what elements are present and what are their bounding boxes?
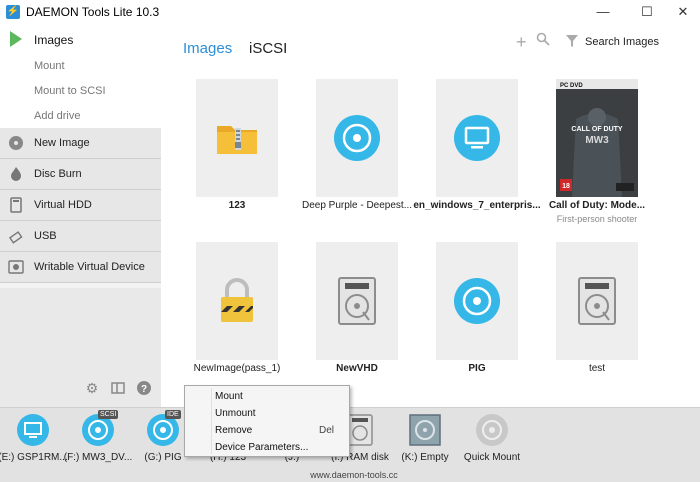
virtual-hdd-icon [10, 197, 22, 213]
search-images-field[interactable]: Search Images [585, 36, 659, 48]
add-image-button[interactable]: + [516, 32, 527, 53]
sidebar-item-writable-virtual-device[interactable]: Writable Virtual Device [0, 252, 161, 283]
image-tile-pig[interactable] [436, 242, 518, 360]
hdd-icon [338, 277, 376, 325]
image-name: NewVHD [336, 363, 378, 374]
monitor-icon [454, 115, 500, 161]
image-tile-call-of-duty[interactable]: PC DVD CALL OF DUTY MW3 18 [556, 79, 638, 197]
sidebar-item-label: Writable Virtual Device [34, 261, 145, 273]
maximize-button[interactable]: ☐ [630, 0, 664, 24]
help-icon[interactable]: ? [136, 380, 152, 396]
cover-title-text: CALL OF DUTY [571, 126, 623, 133]
app-logo-icon: ⚡ [6, 5, 20, 19]
menu-item-label: Mount [215, 391, 243, 402]
image-name: Call of Duty: Mode... [548, 200, 646, 211]
sidebar-item-label: Images [34, 33, 74, 47]
image-name: test [588, 363, 606, 374]
image-tile-123[interactable] [196, 79, 278, 197]
image-tile-test[interactable] [556, 242, 638, 360]
sidebar-item-usb[interactable]: USB [0, 221, 161, 252]
menu-item-mount[interactable]: Mount [185, 389, 349, 406]
disc-icon [334, 115, 380, 161]
filter-icon [566, 35, 578, 47]
image-name: NewImage(pass_1) [193, 363, 281, 374]
disc-burn-icon [11, 167, 21, 181]
image-name: en_windows_7_enterpris... [413, 200, 541, 211]
play-icon [10, 31, 22, 47]
lock-icon [221, 278, 253, 322]
game-cover: PC DVD CALL OF DUTY MW3 18 [556, 79, 638, 197]
image-tile-newvhd[interactable] [316, 242, 398, 360]
image-tile-deep-purple[interactable] [316, 79, 398, 197]
menu-item-unmount[interactable]: Unmount [185, 406, 349, 423]
drive-f[interactable]: SCSI (F:) MW3_DV... [64, 410, 132, 470]
sidebar-item-disc-burn[interactable]: Disc Burn [0, 159, 161, 190]
writable-device-icon [8, 260, 24, 274]
footer-url[interactable]: www.daemon-tools.cc [294, 470, 414, 482]
ide-badge: IDE [165, 410, 181, 419]
quick-mount-icon [476, 414, 508, 446]
cover-sub-text: MW3 [585, 135, 609, 146]
sidebar-item-mount[interactable]: Mount [34, 60, 65, 72]
tab-iscsi[interactable]: iSCSI [249, 40, 287, 57]
quick-mount-button[interactable]: Quick Mount [462, 414, 522, 470]
image-tile-en-windows-7[interactable] [436, 79, 518, 197]
menu-item-label: Device Parameters... [215, 442, 309, 453]
context-menu: Mount Unmount Remove Del Device Paramete… [184, 385, 350, 457]
menu-item-label: Remove [215, 425, 253, 436]
gear-icon[interactable]: ⚙ [84, 380, 100, 396]
sidebar-item-label: USB [34, 230, 57, 242]
usb-icon [8, 231, 23, 244]
sidebar-images-group: Images Mount Mount to SCSI Add drive [0, 24, 161, 128]
sidebar-item-label: New Image [34, 137, 90, 149]
sidebar-item-mount-to-scsi[interactable]: Mount to SCSI [34, 85, 106, 97]
window-title: DAEMON Tools Lite 10.3 [26, 5, 160, 19]
archive-folder-icon [217, 126, 257, 154]
image-name: Deep Purple - Deepest... [301, 200, 413, 211]
new-image-icon [9, 136, 23, 150]
sidebar-item-images[interactable]: Images [0, 28, 161, 52]
sidebar-item-new-image[interactable]: New Image [0, 128, 161, 159]
hdd-icon [578, 277, 616, 325]
minimize-button[interactable]: — [586, 0, 620, 24]
drive-k-empty[interactable]: (K:) Empty [395, 414, 455, 470]
disc-icon [454, 278, 500, 324]
layout-icon[interactable] [110, 380, 126, 396]
cover-top-text: PC DVD [560, 83, 583, 89]
tab-images[interactable]: Images [183, 40, 232, 57]
menu-item-label: Unmount [215, 408, 256, 419]
cover-rating-text: 18 [562, 183, 570, 190]
image-name: 123 [228, 200, 246, 211]
monitor-icon [17, 414, 49, 446]
image-name: PIG [468, 363, 486, 374]
search-icon[interactable] [536, 32, 550, 46]
svg-text:?: ? [141, 384, 147, 395]
close-button[interactable]: ✕ [666, 0, 700, 24]
title-bar: ⚡ DAEMON Tools Lite 10.3 — ☐ ✕ [0, 0, 700, 24]
drive-e[interactable]: (E:) GSP1RM... [0, 414, 68, 470]
image-tile-newimage[interactable] [196, 242, 278, 360]
empty-hdd-icon [409, 414, 441, 446]
scsi-badge: SCSI [98, 410, 119, 419]
sidebar-item-virtual-hdd[interactable]: Virtual HDD [0, 190, 161, 221]
sidebar: Images Mount Mount to SCSI Add drive New… [0, 24, 161, 407]
sidebar-item-label: Disc Burn [34, 168, 82, 180]
drive-label: Quick Mount [463, 452, 521, 463]
menu-item-shortcut: Del [319, 425, 335, 436]
menu-item-remove[interactable]: Remove Del [185, 423, 349, 440]
sidebar-item-add-drive[interactable]: Add drive [34, 110, 80, 122]
images-panel: Images iSCSI + Search Images 123 Deep Pu… [161, 24, 700, 407]
sidebar-item-label: Virtual HDD [34, 199, 92, 211]
menu-item-device-parameters[interactable]: Device Parameters... [185, 440, 349, 457]
image-genre: First-person shooter [556, 214, 638, 224]
